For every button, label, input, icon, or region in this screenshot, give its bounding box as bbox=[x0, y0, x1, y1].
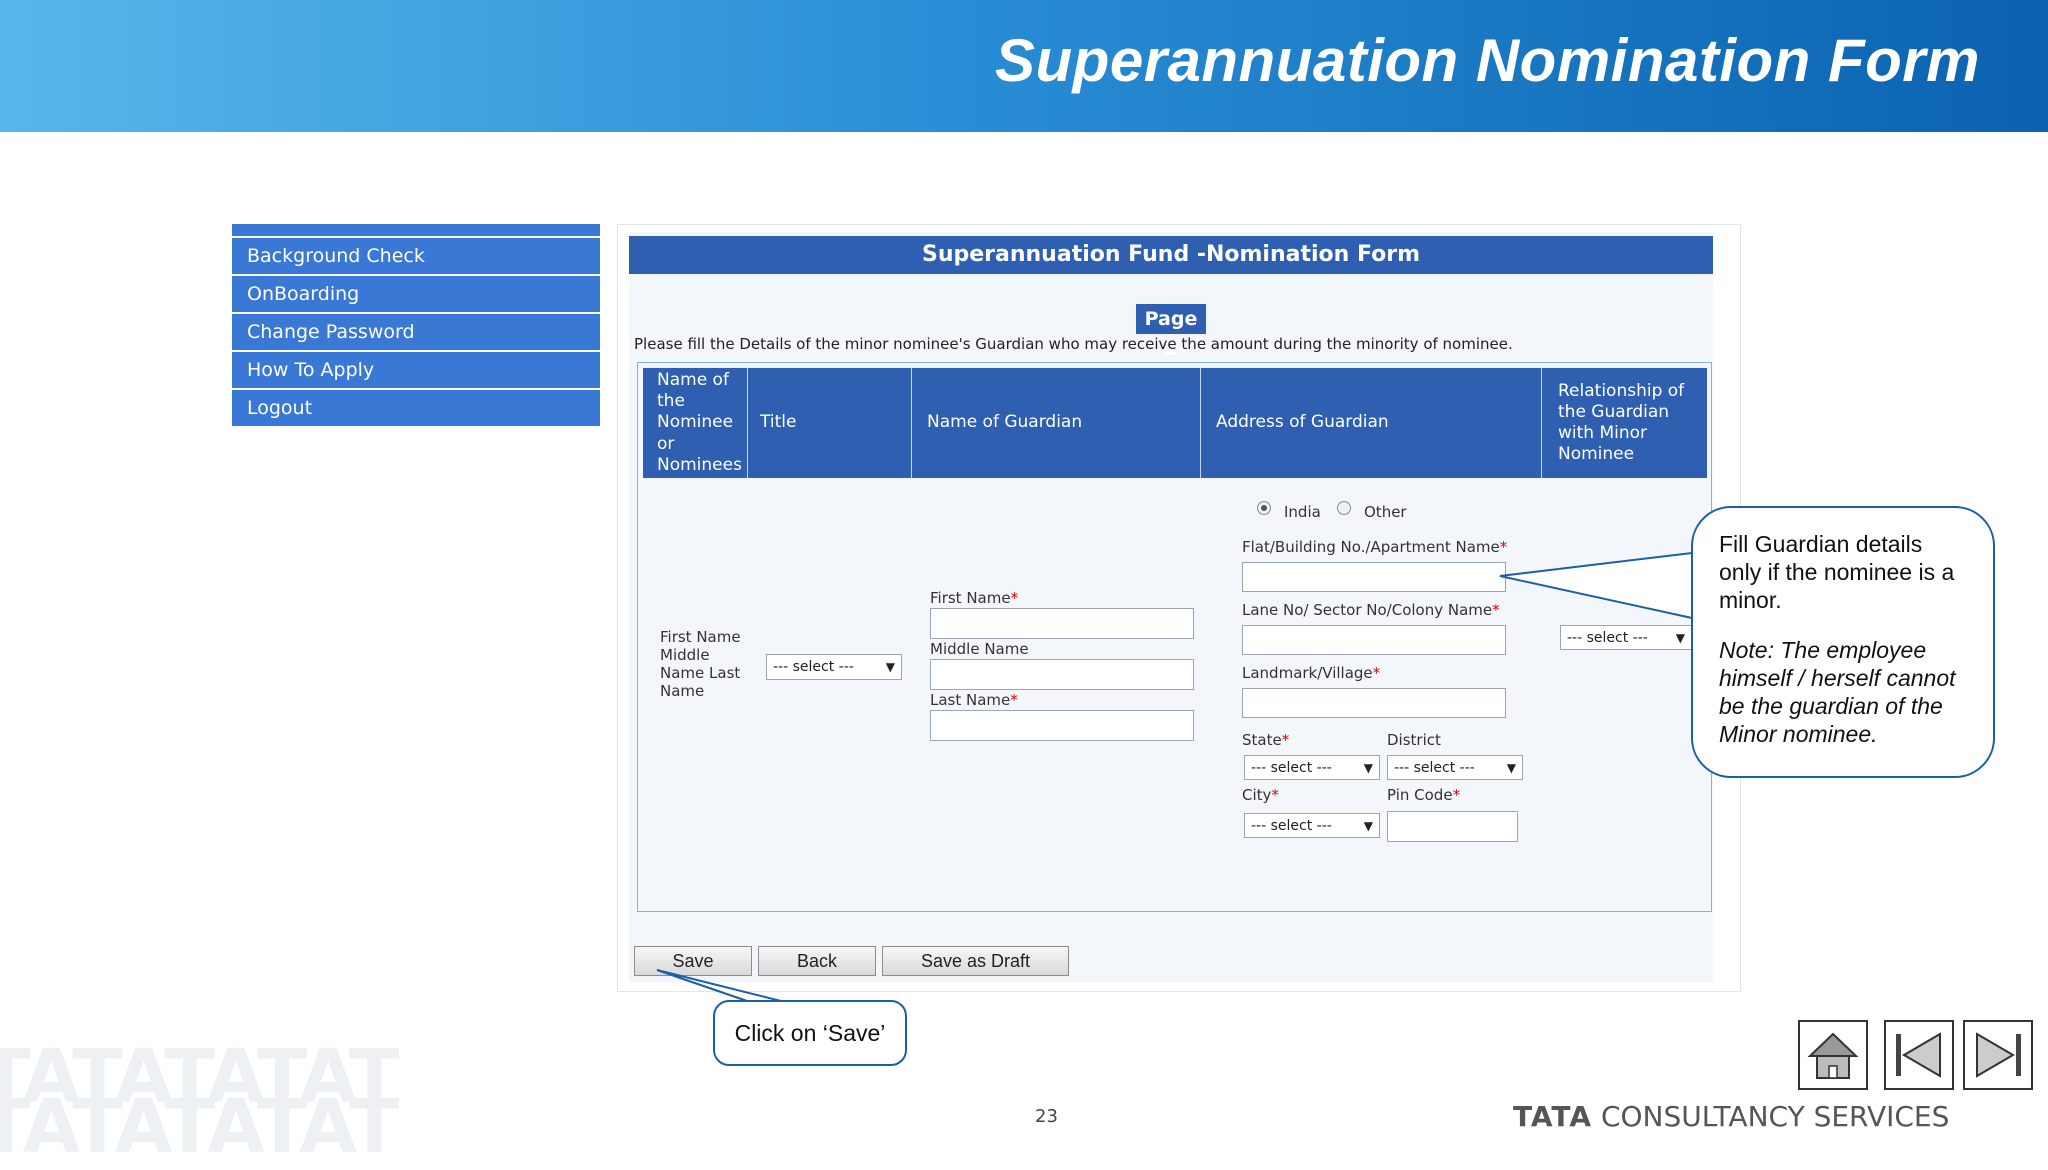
previous-icon bbox=[1896, 1032, 1941, 1078]
home-button[interactable] bbox=[1798, 1020, 1868, 1090]
tcs-logo: TATA CONSULTANCY SERVICES bbox=[1513, 1100, 1950, 1133]
guardian-note-text: Note: The employee himself / herself can… bbox=[1719, 637, 1956, 747]
guardian-callout: Fill Guardian details only if the nomine… bbox=[1691, 506, 1995, 778]
tata-watermark: TATATATAT TATATATAT bbox=[0, 1034, 400, 1170]
next-button[interactable] bbox=[1963, 1020, 2033, 1090]
home-icon bbox=[1807, 1032, 1859, 1079]
save-callout: Click on ‘Save’ bbox=[713, 1000, 907, 1066]
page-number: 23 bbox=[1035, 1106, 1058, 1127]
next-icon bbox=[1976, 1032, 2021, 1078]
previous-button[interactable] bbox=[1884, 1020, 1954, 1090]
guardian-callout-text: Fill Guardian details only if the nomine… bbox=[1719, 531, 1955, 613]
